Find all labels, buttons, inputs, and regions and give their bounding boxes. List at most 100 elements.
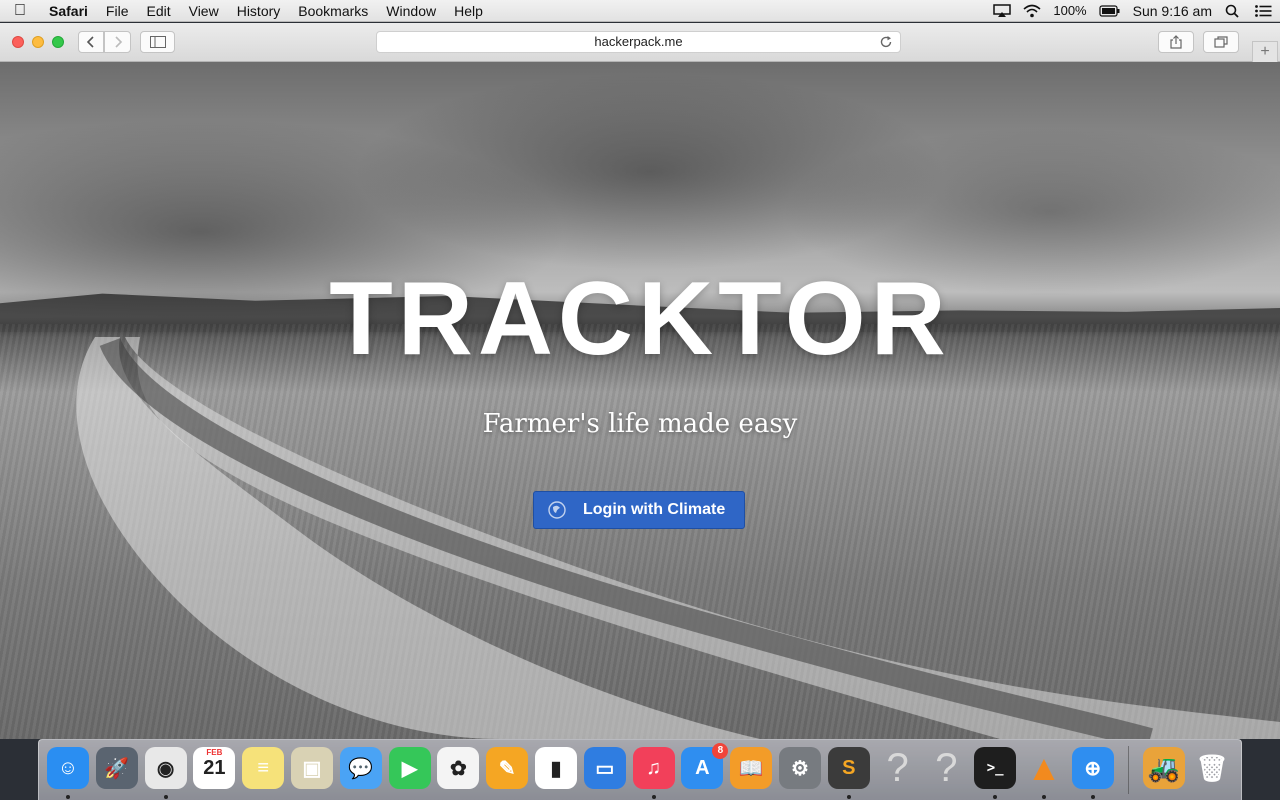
- login-button-label: Login with Climate: [583, 501, 726, 518]
- system-preferences-icon[interactable]: ⚙: [779, 747, 821, 789]
- minimize-window-button[interactable]: [32, 36, 44, 48]
- finder-glyph: ☺: [57, 756, 79, 779]
- safari-glyph: ⊕: [1084, 757, 1102, 780]
- apple-menu-icon[interactable]: : [0, 2, 40, 20]
- chrome-glyph: ◉: [156, 757, 175, 780]
- hero-tagline: Farmer's life made easy: [482, 409, 798, 439]
- finder-icon[interactable]: ☺: [47, 747, 89, 789]
- chevron-left-icon: [86, 36, 94, 48]
- close-window-button[interactable]: [12, 36, 24, 48]
- chevron-right-icon: [114, 36, 122, 48]
- status-area: 100% Sun 9:16 am: [981, 0, 1280, 22]
- ibooks-icon[interactable]: 📖: [730, 747, 773, 789]
- terminal-icon[interactable]: >_: [974, 747, 1017, 789]
- launchpad-glyph: 🚀: [104, 757, 130, 780]
- menu-file[interactable]: File: [97, 0, 138, 22]
- battery-icon[interactable]: [1099, 4, 1121, 18]
- menu-view[interactable]: View: [180, 0, 228, 22]
- sublime-text-glyph: S: [842, 756, 856, 779]
- question-mark-glyph: ?: [886, 745, 909, 790]
- safari-icon[interactable]: ⊕: [1071, 747, 1114, 789]
- menu-edit[interactable]: Edit: [137, 0, 179, 22]
- pages-icon[interactable]: ✎: [486, 747, 529, 789]
- calendar-glyph: 21: [203, 756, 226, 779]
- safari-window: hackerpack.me + TRACKTOR Farmer's life m…: [0, 23, 1280, 739]
- facetime-icon[interactable]: ▶: [388, 747, 431, 789]
- menu-bar:  Safari File Edit View History Bookmark…: [0, 0, 1280, 22]
- facetime-glyph: ▶: [401, 757, 418, 780]
- chrome-icon[interactable]: ◉: [144, 747, 187, 789]
- dock: ☺ 🚀 ◉ FEB 21 ≡ ▣ 💬 ▶ ✿ ✎ ▮ ▭ ♫ A 8 📖 ⚙ S?? >_ ▲ ⊕ 🚜 🗑: [38, 739, 1242, 800]
- notification-badge: 8: [712, 743, 729, 759]
- notification-center-icon[interactable]: [1254, 4, 1272, 18]
- login-with-climate-button[interactable]: Login with Climate: [533, 491, 745, 529]
- trash-icon[interactable]: 🗑: [1191, 747, 1233, 789]
- menu-window[interactable]: Window: [377, 0, 445, 22]
- app-store-glyph: A: [695, 756, 710, 779]
- address-bar[interactable]: hackerpack.me: [376, 31, 901, 53]
- sidebar-icon: [149, 36, 166, 48]
- background-field: [0, 324, 1280, 739]
- reload-icon[interactable]: [879, 35, 893, 49]
- calendar-icon[interactable]: FEB 21: [193, 747, 236, 789]
- running-indicator: [163, 795, 168, 799]
- battery-percent[interactable]: 100%: [1053, 3, 1086, 18]
- launchpad-icon[interactable]: 🚀: [95, 747, 138, 789]
- itunes-glyph: ♫: [646, 756, 662, 779]
- back-button[interactable]: [78, 31, 104, 53]
- menu-bookmarks[interactable]: Bookmarks: [289, 0, 377, 22]
- share-icon: [1170, 35, 1182, 49]
- itunes-icon[interactable]: ♫: [632, 747, 675, 789]
- vlc-icon[interactable]: ▲: [1023, 747, 1065, 789]
- notes-glyph: ≡: [257, 756, 270, 779]
- photos-glyph: ✿: [450, 757, 467, 780]
- vlc-glyph: ▲: [1026, 747, 1062, 788]
- app-store-icon[interactable]: A8: [681, 743, 729, 789]
- wifi-icon[interactable]: [1023, 4, 1041, 18]
- menu-clock[interactable]: Sun 9:16 am: [1133, 3, 1212, 19]
- messages-icon[interactable]: 💬: [339, 747, 382, 789]
- tabs-icon: [1214, 36, 1228, 48]
- spotlight-search-icon[interactable]: [1224, 4, 1242, 18]
- running-indicator: [1042, 795, 1046, 799]
- ibooks-glyph: 📖: [738, 757, 764, 780]
- menu-app-name[interactable]: Safari: [40, 0, 97, 22]
- notes-icon[interactable]: ≡: [242, 747, 285, 789]
- fullscreen-window-button[interactable]: [52, 36, 64, 48]
- photos-icon[interactable]: ✿: [437, 747, 480, 789]
- running-indicator: [66, 795, 70, 799]
- trash-glyph: 🗑: [1195, 752, 1229, 783]
- sublime-text-icon[interactable]: S: [827, 747, 870, 789]
- airplay-icon[interactable]: [993, 3, 1012, 18]
- plus-icon: +: [1260, 43, 1270, 60]
- browser-toolbar: hackerpack.me +: [0, 23, 1280, 63]
- hero-section: TRACKTOR Farmer's life made easy Login w…: [0, 62, 1280, 739]
- forward-button[interactable]: [104, 31, 131, 53]
- menu-help[interactable]: Help: [445, 0, 492, 22]
- menu-history[interactable]: History: [228, 0, 290, 22]
- running-indicator: [651, 795, 656, 799]
- sidebar-toggle-button[interactable]: [140, 31, 175, 53]
- running-indicator: [1090, 795, 1095, 799]
- messages-glyph: 💬: [348, 757, 374, 780]
- calendar-month-label: FEB: [206, 748, 223, 757]
- pages-glyph: ✎: [498, 757, 516, 780]
- question-mark-icon[interactable]: ?: [877, 745, 919, 790]
- system-preferences-glyph: ⚙: [791, 757, 809, 780]
- preview-icon[interactable]: ▣: [291, 747, 333, 789]
- numbers-icon[interactable]: ▮: [535, 747, 577, 789]
- terminal-glyph: >_: [986, 760, 1004, 776]
- hero-title: TRACKTOR: [329, 261, 951, 377]
- preview-glyph: ▣: [302, 757, 322, 780]
- new-tab-button[interactable]: +: [1252, 41, 1278, 63]
- climate-logo-icon: [548, 501, 566, 519]
- keynote-icon[interactable]: ▭: [583, 747, 626, 789]
- share-button[interactable]: [1158, 31, 1194, 53]
- question-mark-icon[interactable]: ?: [925, 745, 967, 790]
- question-mark-glyph: ?: [935, 745, 958, 790]
- keynote-glyph: ▭: [595, 757, 615, 780]
- downloads-stack-icon[interactable]: 🚜: [1143, 747, 1185, 789]
- dock-separator: [1128, 746, 1129, 794]
- downloads-stack-glyph: 🚜: [1147, 752, 1181, 783]
- show-all-tabs-button[interactable]: [1203, 31, 1239, 53]
